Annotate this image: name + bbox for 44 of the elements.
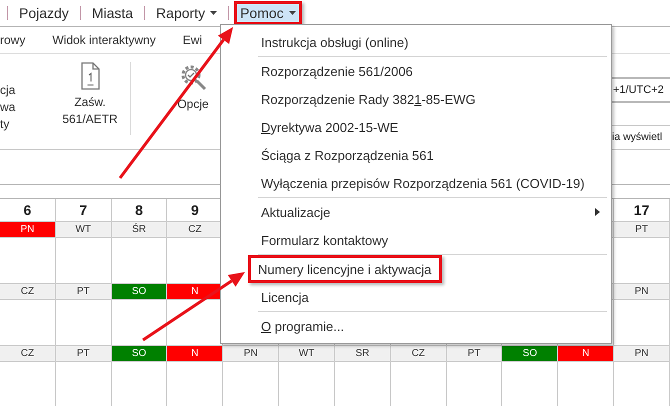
weekday-cell: PN [614, 345, 670, 362]
caret-icon [288, 11, 296, 15]
menu-entry[interactable]: Numery licencyjne i aktywacja [248, 255, 442, 283]
ribbon-tab[interactable]: Ewi [182, 33, 202, 47]
weekday-cell: SO [112, 345, 168, 362]
weekday-cell: WT [56, 221, 112, 238]
weekday-cell: ŚR [112, 221, 168, 238]
menu-entry[interactable]: Licencja [251, 283, 611, 311]
weekday-cell: N [558, 345, 614, 362]
weekday-cell: PT [614, 221, 670, 238]
ribbon-tab[interactable]: Widok interaktywny [52, 33, 156, 47]
menu-item[interactable]: Raporty [150, 1, 224, 25]
menu-entry[interactable]: Ściąga z Rozporządzenia 561 [251, 141, 611, 169]
menu-item[interactable]: Pojazdy [13, 1, 75, 25]
menu-entry[interactable]: Rozporządzenie 561/2006 [251, 57, 611, 85]
caret-icon [210, 11, 218, 15]
weekday-cell: PN [614, 283, 670, 300]
weekday-cell: PT [56, 283, 112, 300]
document-icon [80, 62, 100, 90]
ribbon-button[interactable]: Zaśw. 561/AETR [50, 54, 130, 149]
menu-entry[interactable]: O programie... [251, 312, 611, 340]
weekday-cell: CZ [0, 283, 56, 300]
ribbon-tab[interactable]: rowy [0, 33, 26, 47]
weekday-cell: N [167, 345, 224, 362]
weekday-cell: WT [279, 345, 335, 362]
weekday-cell: CZ [0, 345, 56, 362]
ribbon-button[interactable]: cja wa ty [0, 54, 16, 149]
menu-item[interactable]: Miasta [86, 1, 140, 25]
menu-entry[interactable]: Formularz kontaktowy [251, 226, 611, 254]
weekday-cell: CZ [390, 345, 447, 362]
weekday-cell: PT [56, 345, 112, 362]
weekday-cell: PT [446, 345, 502, 362]
submenu-arrow-icon [595, 208, 600, 216]
weekday-cell: SR [334, 345, 391, 362]
menu-entry[interactable]: Instrukcja obsługi (online) [251, 28, 611, 56]
menu-entry[interactable]: Aktualizacje [251, 198, 611, 226]
weekday-cell: PN [0, 221, 56, 238]
menu-entry[interactable]: Dyrektywa 2002-15-WE [251, 113, 611, 141]
weekday-cell: SO [502, 345, 558, 362]
menu-item[interactable]: Pomoc [234, 1, 302, 25]
menu-entry[interactable]: Rozporządzenie Rady 3821-85-EWG [251, 85, 611, 113]
weekday-cell: PN [223, 345, 280, 362]
menu-entry[interactable]: Wyłączenia przepisów Rozporządzenia 561 (COVID-19) [251, 169, 611, 197]
weekday-cell: SO [112, 283, 168, 300]
